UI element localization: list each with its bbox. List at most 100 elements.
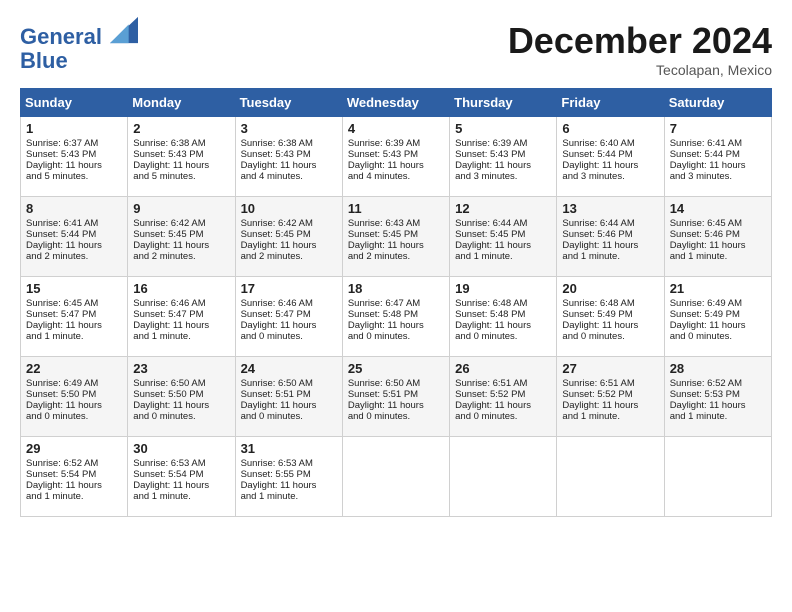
cell-info-line: and 3 minutes.: [562, 171, 658, 182]
cell-info-line: Sunset: 5:45 PM: [133, 229, 229, 240]
cell-info-line: and 0 minutes.: [348, 411, 444, 422]
calendar-cell: 22Sunrise: 6:49 AMSunset: 5:50 PMDayligh…: [21, 357, 128, 437]
cell-info-line: Daylight: 11 hours: [26, 160, 122, 171]
logo-blue: Blue: [20, 48, 68, 73]
cell-info-line: Sunset: 5:49 PM: [670, 309, 766, 320]
day-number: 4: [348, 121, 444, 136]
calendar-cell: 9Sunrise: 6:42 AMSunset: 5:45 PMDaylight…: [128, 197, 235, 277]
cell-info-line: Sunrise: 6:42 AM: [241, 218, 337, 229]
cell-info-line: Sunrise: 6:51 AM: [455, 378, 551, 389]
cell-info-line: and 0 minutes.: [241, 331, 337, 342]
cell-info-line: and 1 minute.: [26, 331, 122, 342]
day-number: 6: [562, 121, 658, 136]
cell-info-line: Sunset: 5:44 PM: [26, 229, 122, 240]
cell-info-line: Sunrise: 6:50 AM: [133, 378, 229, 389]
cell-info-line: Sunrise: 6:38 AM: [241, 138, 337, 149]
cell-info-line: Sunrise: 6:47 AM: [348, 298, 444, 309]
day-number: 25: [348, 361, 444, 376]
day-number: 11: [348, 201, 444, 216]
day-number: 2: [133, 121, 229, 136]
cell-info-line: and 5 minutes.: [26, 171, 122, 182]
cell-info-line: Sunset: 5:47 PM: [133, 309, 229, 320]
cell-info-line: Sunset: 5:43 PM: [26, 149, 122, 160]
cell-info-line: Daylight: 11 hours: [562, 320, 658, 331]
cell-info-line: Daylight: 11 hours: [348, 240, 444, 251]
cell-info-line: Sunset: 5:44 PM: [562, 149, 658, 160]
cell-info-line: Daylight: 11 hours: [26, 240, 122, 251]
calendar-cell: 24Sunrise: 6:50 AMSunset: 5:51 PMDayligh…: [235, 357, 342, 437]
cell-info-line: Sunrise: 6:45 AM: [670, 218, 766, 229]
cell-info-line: Sunset: 5:50 PM: [133, 389, 229, 400]
cell-info-line: Daylight: 11 hours: [241, 160, 337, 171]
cell-info-line: and 2 minutes.: [26, 251, 122, 262]
cell-info-line: Daylight: 11 hours: [670, 160, 766, 171]
day-number: 31: [241, 441, 337, 456]
cell-info-line: Sunset: 5:46 PM: [670, 229, 766, 240]
day-number: 22: [26, 361, 122, 376]
cell-info-line: and 0 minutes.: [670, 331, 766, 342]
day-number: 12: [455, 201, 551, 216]
cell-info-line: Sunset: 5:43 PM: [241, 149, 337, 160]
day-number: 5: [455, 121, 551, 136]
cell-info-line: Sunrise: 6:49 AM: [670, 298, 766, 309]
calendar-cell: 21Sunrise: 6:49 AMSunset: 5:49 PMDayligh…: [664, 277, 771, 357]
logo-icon: [110, 16, 138, 44]
cell-info-line: Sunrise: 6:53 AM: [133, 458, 229, 469]
day-number: 19: [455, 281, 551, 296]
calendar-week-row: 29Sunrise: 6:52 AMSunset: 5:54 PMDayligh…: [21, 437, 772, 517]
cell-info-line: Sunset: 5:51 PM: [348, 389, 444, 400]
cell-info-line: and 1 minute.: [562, 411, 658, 422]
cell-info-line: Sunrise: 6:45 AM: [26, 298, 122, 309]
cell-info-line: and 0 minutes.: [455, 411, 551, 422]
cell-info-line: Sunset: 5:46 PM: [562, 229, 658, 240]
day-number: 1: [26, 121, 122, 136]
location-subtitle: Tecolapan, Mexico: [508, 62, 772, 78]
cell-info-line: and 0 minutes.: [26, 411, 122, 422]
cell-info-line: and 1 minute.: [26, 491, 122, 502]
cell-info-line: and 1 minute.: [241, 491, 337, 502]
calendar-header: SundayMondayTuesdayWednesdayThursdayFrid…: [21, 89, 772, 117]
calendar-week-row: 8Sunrise: 6:41 AMSunset: 5:44 PMDaylight…: [21, 197, 772, 277]
cell-info-line: Daylight: 11 hours: [133, 240, 229, 251]
day-number: 13: [562, 201, 658, 216]
cell-info-line: Sunset: 5:54 PM: [26, 469, 122, 480]
calendar-week-row: 15 Sunrise: 6:45 AM Sunset: 5:47 PM Dayligh…: [21, 277, 772, 357]
calendar-cell: 16Sunrise: 6:46 AMSunset: 5:47 PMDayligh…: [128, 277, 235, 357]
page-header: General Blue December 2024 Tecolapan, Me…: [20, 20, 772, 78]
cell-info-line: and 0 minutes.: [348, 331, 444, 342]
cell-info-line: and 1 minute.: [562, 251, 658, 262]
calendar-cell: 28Sunrise: 6:52 AMSunset: 5:53 PMDayligh…: [664, 357, 771, 437]
day-number: 15: [26, 281, 122, 296]
cell-info-line: Daylight: 11 hours: [348, 320, 444, 331]
weekday-header: Thursday: [450, 89, 557, 117]
cell-info-line: Sunrise: 6:44 AM: [455, 218, 551, 229]
calendar-week-row: 1Sunrise: 6:37 AMSunset: 5:43 PMDaylight…: [21, 117, 772, 197]
cell-info-line: Daylight: 11 hours: [562, 400, 658, 411]
day-number: 30: [133, 441, 229, 456]
cell-info-line: Sunrise: 6:52 AM: [670, 378, 766, 389]
cell-info-line: and 1 minute.: [455, 251, 551, 262]
cell-info-line: Daylight: 11 hours: [26, 480, 122, 491]
cell-info-line: Daylight: 11 hours: [455, 160, 551, 171]
cell-info-line: Daylight: 11 hours: [455, 240, 551, 251]
calendar-cell: 14Sunrise: 6:45 AMSunset: 5:46 PMDayligh…: [664, 197, 771, 277]
cell-info-line: and 1 minute.: [670, 411, 766, 422]
day-number: 9: [133, 201, 229, 216]
day-number: 28: [670, 361, 766, 376]
cell-info-line: Daylight: 11 hours: [26, 320, 122, 331]
day-number: 26: [455, 361, 551, 376]
calendar-cell: 8Sunrise: 6:41 AMSunset: 5:44 PMDaylight…: [21, 197, 128, 277]
day-number: 16: [133, 281, 229, 296]
cell-info-line: and 3 minutes.: [455, 171, 551, 182]
calendar-cell: 26Sunrise: 6:51 AMSunset: 5:52 PMDayligh…: [450, 357, 557, 437]
day-number: 14: [670, 201, 766, 216]
logo: General Blue: [20, 20, 138, 73]
cell-info-line: and 1 minute.: [670, 251, 766, 262]
cell-info-line: and 2 minutes.: [133, 251, 229, 262]
cell-info-line: Sunset: 5:44 PM: [670, 149, 766, 160]
calendar-cell: 31Sunrise: 6:53 AMSunset: 5:55 PMDayligh…: [235, 437, 342, 517]
day-number: 29: [26, 441, 122, 456]
cell-info-line: Daylight: 11 hours: [133, 480, 229, 491]
cell-info-line: Daylight: 11 hours: [26, 400, 122, 411]
calendar-cell: 13Sunrise: 6:44 AMSunset: 5:46 PMDayligh…: [557, 197, 664, 277]
